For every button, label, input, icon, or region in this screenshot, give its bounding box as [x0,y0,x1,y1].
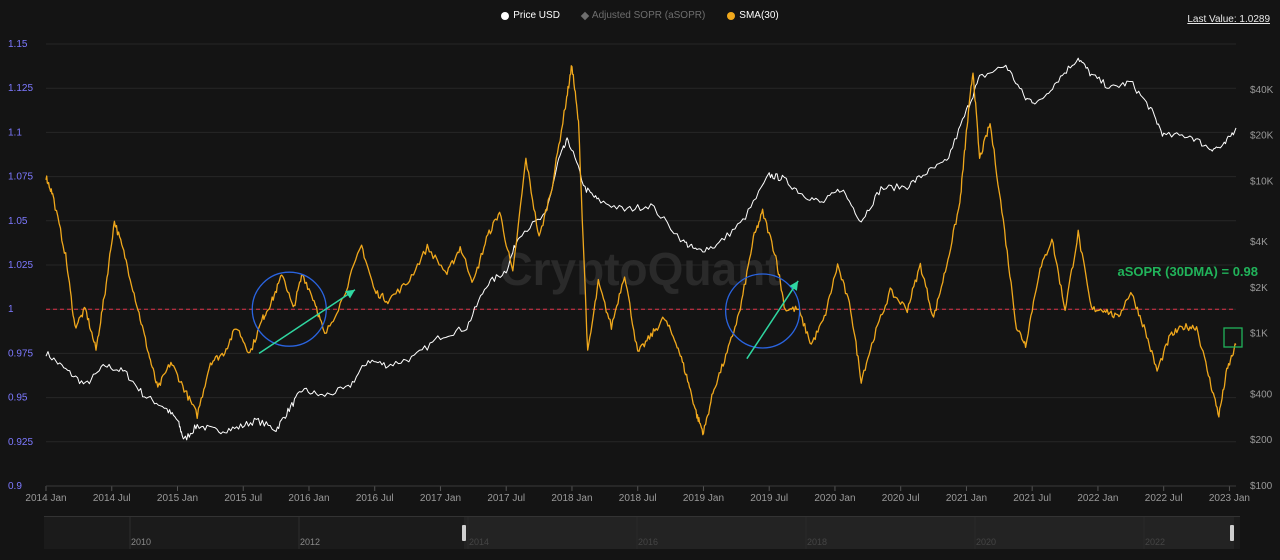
x-tick-label: 2021 Jul [1013,493,1051,504]
right-tick-label: $200 [1250,435,1273,446]
x-tick-label: 2016 Jul [356,493,394,504]
left-tick-label: 1.05 [8,216,28,227]
left-tick-label: 1.15 [8,39,28,50]
sma-point [539,238,540,239]
right-tick-label: $10K [1250,176,1274,187]
x-tick-label: 2017 Jul [487,493,525,504]
sma-point [157,388,158,389]
price-point [545,215,546,216]
x-tick-label: 2017 Jan [420,493,461,504]
left-tick-label: 0.95 [8,393,28,404]
navigator-year-label: 2012 [300,537,320,547]
x-axis: 2014 Jan 2014 Jul 2015 Jan 2015 Jul 2016 Jan… [25,485,1250,504]
x-tick-label: 2020 Jan [814,493,855,504]
price-point [486,284,487,285]
right-tick-label: $400 [1250,389,1273,400]
right-tick-label: $100 [1250,481,1273,492]
right-axis: $100 $200 $400 $1K $2K $4K $10K $20K $40K [1250,85,1274,492]
left-tick-label: 1.1 [8,127,22,138]
x-tick-label: 2022 Jul [1145,493,1183,504]
price-point [322,396,323,397]
sma-point [1130,291,1131,292]
right-tick-label: $40K [1250,85,1274,96]
left-tick-label: 1 [8,304,14,315]
x-tick-label: 2019 Jul [750,493,788,504]
price-point [144,396,145,397]
left-tick-label: 1.025 [8,260,33,271]
sma-point [324,335,325,336]
price-point [1038,102,1039,103]
sma-point [387,300,388,301]
x-tick-label: 2016 Jan [288,493,329,504]
right-tick-label: $1K [1250,329,1268,340]
chart-canvas: CryptoQuant 0.9 0.925 0.95 0.975 1 1.025 1.05 1… [8,39,1274,504]
right-tick-label: $4K [1250,237,1268,248]
price-point [1222,147,1223,148]
navigator-selection [464,517,1234,549]
left-tick-label: 0.9 [8,481,22,492]
price-point [348,388,349,389]
price-point [184,440,185,441]
x-tick-label: 2019 Jan [683,493,724,504]
x-tick-label: 2022 Jan [1077,493,1118,504]
x-tick-label: 2021 Jan [946,493,987,504]
price-point [256,420,257,421]
price-point [302,389,303,390]
watermark-text: CryptoQuant [499,243,780,295]
x-tick-label: 2014 Jul [93,493,131,504]
price-point [946,161,947,162]
price-point [85,385,86,386]
sma-point [1117,318,1118,319]
sma-point [973,70,974,71]
price-point [841,188,842,189]
x-tick-label: 2018 Jan [551,493,592,504]
sma-point [236,326,237,327]
price-point [1150,108,1151,109]
navigator-canvas: 2010201220142016201820202022 [129,517,1234,549]
price-point [821,203,822,204]
price-point [519,234,520,235]
left-tick-label: 1.125 [8,83,33,94]
right-tick-label: $20K [1250,131,1274,142]
asopr-annotation: aSOPR (30DMA) = 0.98 [1117,264,1258,279]
navigator-handle-right [1230,525,1234,541]
right-tick-label: $2K [1250,283,1268,294]
sma-point [1183,326,1184,327]
x-tick-label: 2018 Jul [619,493,657,504]
left-tick-label: 1.075 [8,172,33,183]
left-tick-label: 0.925 [8,437,33,448]
left-tick-label: 0.975 [8,348,33,359]
x-tick-label: 2015 Jul [224,493,262,504]
price-point [598,200,599,201]
x-tick-label: 2015 Jan [157,493,198,504]
sma-point [473,282,474,283]
left-axis: 0.9 0.925 0.95 0.975 1 1.025 1.05 1.075 1.1 1.125… [8,39,33,492]
price-point [907,186,908,187]
price-point [414,357,415,358]
x-tick-label: 2020 Jul [882,493,920,504]
price-point [124,372,125,373]
current-value-box [1223,327,1243,348]
x-tick-label: 2023 Jan [1209,493,1250,504]
navigator-year-label: 2010 [131,537,151,547]
price-point [440,336,441,337]
x-tick-label: 2014 Jan [25,493,66,504]
navigator-handle-left [462,525,466,541]
price-point [387,365,388,366]
range-navigator[interactable]: 2010201220142016201820202022 [44,516,1240,549]
